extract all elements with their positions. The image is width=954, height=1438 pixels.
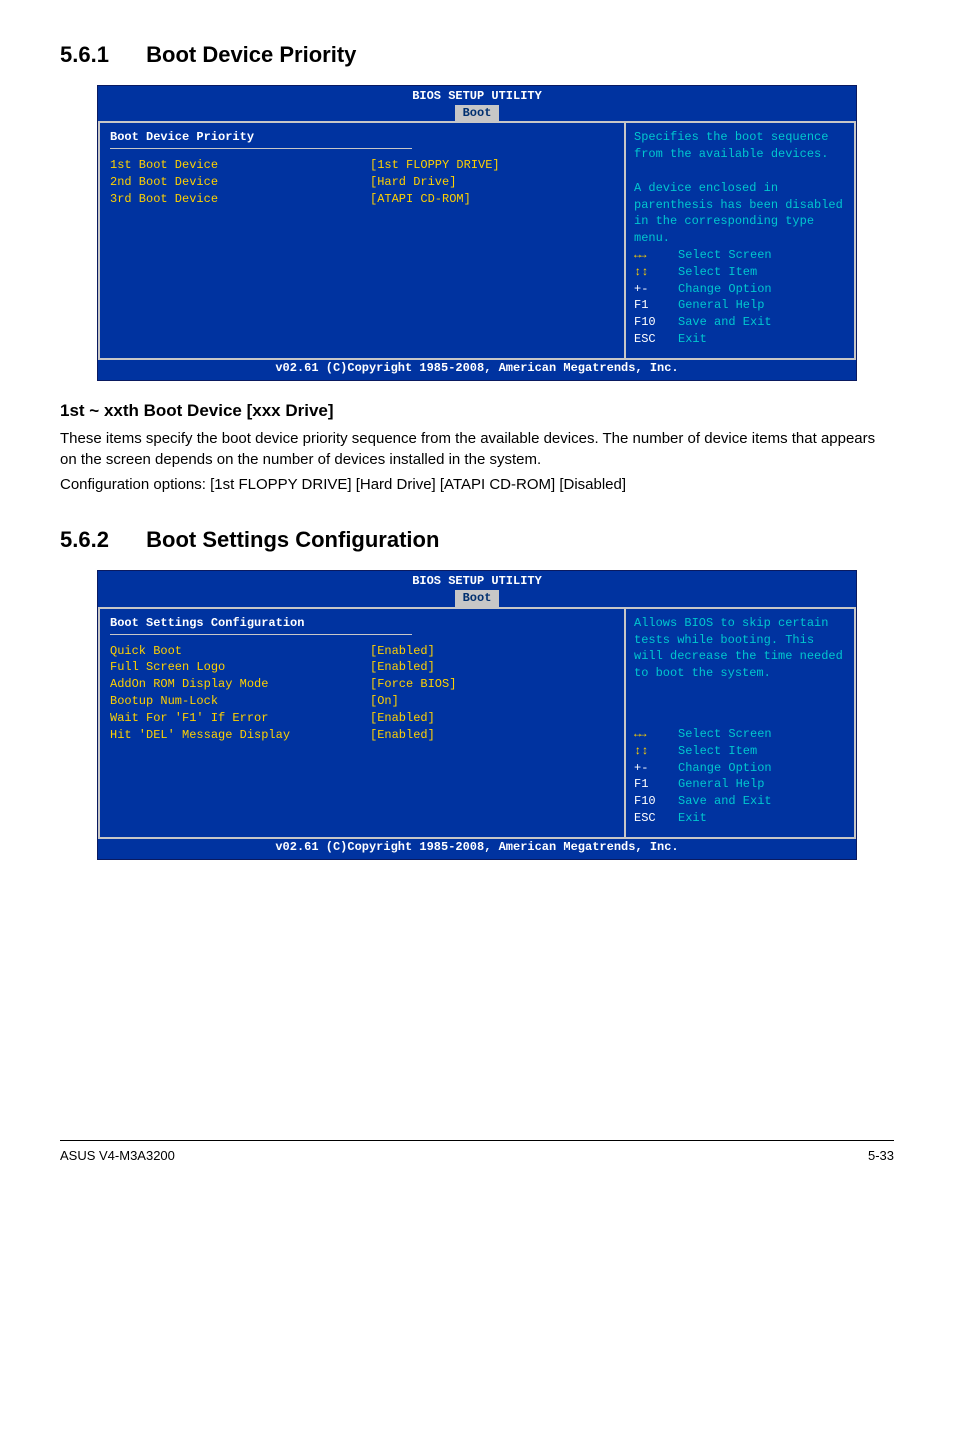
arrows-ud-icon: ↕↕ bbox=[634, 264, 678, 281]
bios-title: BIOS SETUP UTILITY bbox=[98, 88, 856, 105]
section-number: 5.6.1 bbox=[60, 40, 140, 71]
row-label: Wait For 'F1' If Error bbox=[110, 710, 370, 727]
bios-left-title: Boot Settings Configuration bbox=[110, 615, 614, 632]
paragraph: These items specify the boot device prio… bbox=[60, 428, 894, 470]
row-value: [Hard Drive] bbox=[370, 174, 456, 191]
nav-desc: Select Screen bbox=[678, 726, 772, 743]
bios-tab-row: Boot bbox=[98, 105, 856, 122]
bios-help-text: Allows BIOS to skip certain tests while … bbox=[634, 615, 846, 682]
bios-help-pane: Specifies the boot sequence from the ava… bbox=[626, 123, 856, 359]
paragraph: Configuration options: [1st FLOPPY DRIVE… bbox=[60, 474, 894, 495]
nav-key: F10 bbox=[634, 793, 678, 810]
nav-desc: Select Item bbox=[678, 264, 757, 281]
setting-row[interactable]: Wait For 'F1' If Error [Enabled] bbox=[110, 710, 614, 727]
bios-nav-help: ↔→Select Screen ↕↕Select Item +-Change O… bbox=[634, 726, 846, 827]
nav-key: ESC bbox=[634, 331, 678, 348]
footer-left: ASUS V4-M3A3200 bbox=[60, 1147, 175, 1165]
boot-device-row[interactable]: 1st Boot Device [1st FLOPPY DRIVE] bbox=[110, 157, 614, 174]
nav-key: +- bbox=[634, 281, 678, 298]
section-title: Boot Device Priority bbox=[146, 42, 356, 67]
nav-key: +- bbox=[634, 760, 678, 777]
bios-left-title: Boot Device Priority bbox=[110, 129, 614, 146]
row-value: [Enabled] bbox=[370, 727, 435, 744]
row-value: [On] bbox=[370, 693, 399, 710]
bios-header: BIOS SETUP UTILITY Boot bbox=[98, 571, 856, 607]
setting-row[interactable]: Full Screen Logo [Enabled] bbox=[110, 659, 614, 676]
bios-help-text: Specifies the boot sequence from the ava… bbox=[634, 129, 846, 247]
nav-desc: Select Item bbox=[678, 743, 757, 760]
bios-tab-boot[interactable]: Boot bbox=[455, 105, 500, 122]
nav-key: F1 bbox=[634, 297, 678, 314]
boot-device-row[interactable]: 2nd Boot Device [Hard Drive] bbox=[110, 174, 614, 191]
row-value: [Enabled] bbox=[370, 643, 435, 660]
nav-key: F1 bbox=[634, 776, 678, 793]
page-footer: ASUS V4-M3A3200 5-33 bbox=[60, 1140, 894, 1165]
row-value: [1st FLOPPY DRIVE] bbox=[370, 157, 500, 174]
row-value: [Enabled] bbox=[370, 710, 435, 727]
row-label: Hit 'DEL' Message Display bbox=[110, 727, 370, 744]
row-label: 1st Boot Device bbox=[110, 157, 370, 174]
row-label: Quick Boot bbox=[110, 643, 370, 660]
bios-panel-boot-settings: BIOS SETUP UTILITY Boot Boot Settings Co… bbox=[97, 570, 857, 859]
nav-desc: Exit bbox=[678, 331, 707, 348]
nav-desc: Exit bbox=[678, 810, 707, 827]
setting-row[interactable]: AddOn ROM Display Mode [Force BIOS] bbox=[110, 676, 614, 693]
nav-desc: Save and Exit bbox=[678, 793, 772, 810]
row-value: [ATAPI CD-ROM] bbox=[370, 191, 471, 208]
section-heading-561: 5.6.1 Boot Device Priority bbox=[60, 40, 894, 71]
nav-desc: Select Screen bbox=[678, 247, 772, 264]
nav-desc: General Help bbox=[678, 297, 764, 314]
bios-tab-boot[interactable]: Boot bbox=[455, 590, 500, 607]
nav-key: ESC bbox=[634, 810, 678, 827]
row-label: AddOn ROM Display Mode bbox=[110, 676, 370, 693]
divider bbox=[110, 148, 412, 149]
bios-title: BIOS SETUP UTILITY bbox=[98, 573, 856, 590]
bios-footer: v02.61 (C)Copyright 1985-2008, American … bbox=[98, 839, 856, 859]
setting-row[interactable]: Bootup Num-Lock [On] bbox=[110, 693, 614, 710]
bios-footer: v02.61 (C)Copyright 1985-2008, American … bbox=[98, 360, 856, 380]
row-label: Full Screen Logo bbox=[110, 659, 370, 676]
setting-row[interactable]: Quick Boot [Enabled] bbox=[110, 643, 614, 660]
bios-left-pane: Boot Settings Configuration Quick Boot [… bbox=[98, 609, 626, 839]
boot-device-row[interactable]: 3rd Boot Device [ATAPI CD-ROM] bbox=[110, 191, 614, 208]
row-label: 2nd Boot Device bbox=[110, 174, 370, 191]
section-number: 5.6.2 bbox=[60, 525, 140, 556]
bios-help-pane: Allows BIOS to skip certain tests while … bbox=[626, 609, 856, 839]
subheading-boot-device: 1st ~ xxth Boot Device [xxx Drive] bbox=[60, 399, 894, 423]
footer-right: 5-33 bbox=[868, 1147, 894, 1165]
bios-left-pane: Boot Device Priority 1st Boot Device [1s… bbox=[98, 123, 626, 359]
row-value: [Force BIOS] bbox=[370, 676, 456, 693]
bios-tab-row: Boot bbox=[98, 590, 856, 607]
arrows-lr-icon: ↔→ bbox=[634, 726, 678, 743]
section-heading-562: 5.6.2 Boot Settings Configuration bbox=[60, 525, 894, 556]
arrows-lr-icon: ↔→ bbox=[634, 247, 678, 264]
row-label: 3rd Boot Device bbox=[110, 191, 370, 208]
nav-desc: General Help bbox=[678, 776, 764, 793]
row-label: Bootup Num-Lock bbox=[110, 693, 370, 710]
nav-desc: Save and Exit bbox=[678, 314, 772, 331]
nav-desc: Change Option bbox=[678, 281, 772, 298]
nav-desc: Change Option bbox=[678, 760, 772, 777]
divider bbox=[110, 634, 412, 635]
bios-header: BIOS SETUP UTILITY Boot bbox=[98, 86, 856, 122]
arrows-ud-icon: ↕↕ bbox=[634, 743, 678, 760]
section-title: Boot Settings Configuration bbox=[146, 527, 439, 552]
bios-panel-boot-priority: BIOS SETUP UTILITY Boot Boot Device Prio… bbox=[97, 85, 857, 381]
nav-key: F10 bbox=[634, 314, 678, 331]
setting-row[interactable]: Hit 'DEL' Message Display [Enabled] bbox=[110, 727, 614, 744]
bios-nav-help: ↔→Select Screen ↕↕Select Item +-Change O… bbox=[634, 247, 846, 348]
row-value: [Enabled] bbox=[370, 659, 435, 676]
